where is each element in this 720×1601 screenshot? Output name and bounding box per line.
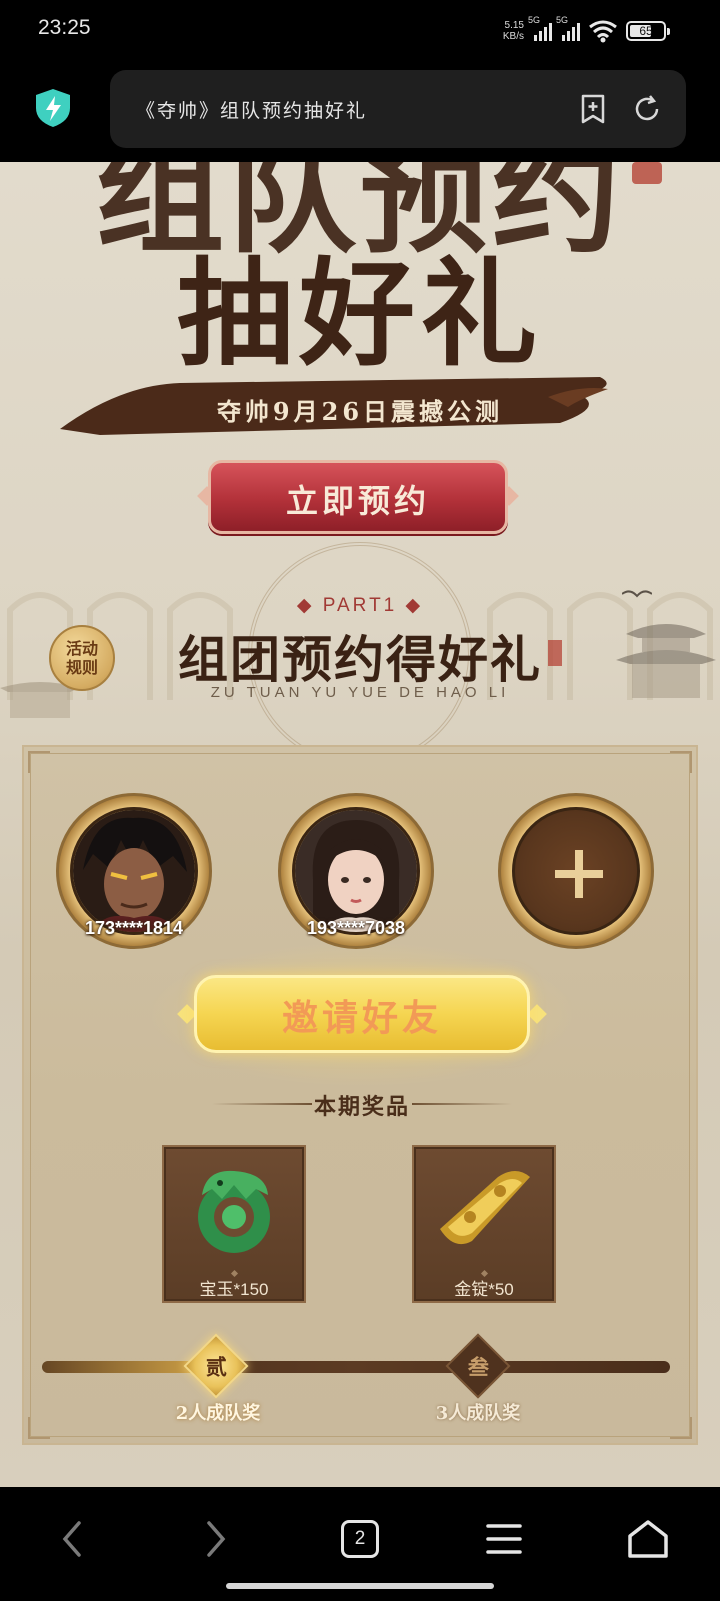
tabs-icon: 2 xyxy=(341,1520,379,1558)
add-member-slot[interactable] xyxy=(498,793,654,949)
invite-friends-label: 邀请好友 xyxy=(281,997,442,1039)
team-member-2[interactable]: 193****7038 xyxy=(278,793,434,949)
sim1-label: 5G xyxy=(528,15,541,25)
forward-icon xyxy=(207,1521,226,1557)
team-progress-bar xyxy=(42,1361,670,1373)
part-label: ◆ PART1 ◆ xyxy=(296,595,424,616)
home-icon xyxy=(628,1520,668,1558)
sim2-label: 5G xyxy=(556,15,569,25)
team-member-1[interactable]: 173****1814 xyxy=(56,793,212,949)
male-warrior-avatar xyxy=(70,807,198,935)
hero-title-line2: 抽好礼 xyxy=(177,246,543,382)
forward-button[interactable] xyxy=(186,1509,246,1569)
invite-friends-button[interactable]: 邀请好友 xyxy=(146,941,578,1087)
menu-icon xyxy=(486,1524,522,1554)
web-page: 组队预约 抽好礼 夺帅9月26日震撼公测 立即预约 ◆ PART1 ◆ 组团预约… xyxy=(0,162,720,1487)
network-speed-value: 5.15 xyxy=(504,20,524,31)
back-icon xyxy=(62,1521,81,1557)
refresh-icon[interactable] xyxy=(632,94,662,124)
signal-icon-sim2: 5G xyxy=(556,15,580,41)
shield-icon[interactable] xyxy=(34,88,72,128)
battery-icon: 65 xyxy=(626,21,670,41)
bookmark-add-icon[interactable] xyxy=(578,94,608,124)
female-avatar xyxy=(292,807,420,935)
section-pinyin: ZU TUAN YU YUE DE HAO LI xyxy=(210,684,510,701)
menu-button[interactable] xyxy=(474,1509,534,1569)
reserve-now-label: 立即预约 xyxy=(285,482,430,520)
seal-mark-small xyxy=(548,640,562,666)
prize-name: 宝玉*150 xyxy=(199,1280,269,1299)
activity-rules-button[interactable]: 活动规则 xyxy=(49,625,115,691)
network-speed: 5.15 KB/s xyxy=(503,20,524,42)
status-time: 23:25 xyxy=(38,16,91,39)
status-bar: 23:25 5.15 KB/s 5G 5G 65 xyxy=(0,0,720,62)
section-title: 组团预约得好礼 xyxy=(178,630,542,689)
activity-rules-label: 活动规则 xyxy=(65,639,98,677)
prize-card-gold: 金锭*50 xyxy=(412,1145,556,1303)
tabs-button[interactable]: 2 xyxy=(330,1509,390,1569)
plus-icon xyxy=(555,850,603,898)
prize-name: 金锭*50 xyxy=(454,1280,514,1299)
hero-subtitle: 夺帅9月26日震撼公测 xyxy=(216,397,504,426)
jade-dragon-icon xyxy=(198,1170,270,1253)
browser-toolbar: 《夺帅》组队预约抽好礼 xyxy=(0,62,720,162)
team-panel: 173****1814 193****7038 邀请好友 本期奖品 宝玉*150… xyxy=(22,745,698,1445)
battery-level: 65 xyxy=(639,24,653,38)
status-icons: 5.15 KB/s 5G 5G 65 xyxy=(503,14,670,48)
member-phone: 193****7038 xyxy=(306,918,406,938)
prize-heading: 本期奖品 xyxy=(313,1094,410,1120)
navigation-bar: 2 xyxy=(0,1487,720,1601)
reserve-now-button[interactable]: 立即预约 xyxy=(197,460,519,534)
address-bar[interactable]: 《夺帅》组队预约抽好礼 xyxy=(110,70,686,148)
signal-icon-sim1: 5G xyxy=(528,15,552,41)
page-title: 《夺帅》组队预约抽好礼 xyxy=(136,100,368,122)
home-indicator[interactable] xyxy=(226,1583,494,1589)
gold-ingot-icon xyxy=(440,1171,530,1245)
home-button[interactable] xyxy=(618,1509,678,1569)
back-button[interactable] xyxy=(42,1509,102,1569)
prize-card-jade: 宝玉*150 xyxy=(162,1145,306,1303)
network-speed-unit: KB/s xyxy=(502,31,524,42)
wifi-icon xyxy=(589,20,617,43)
milestone-label-two: 2人成队奖 xyxy=(175,1403,261,1424)
member-phone: 173****1814 xyxy=(84,918,184,938)
seal-mark xyxy=(632,162,662,184)
milestone-mark: 贰 xyxy=(205,1354,227,1379)
milestone-label-three: 3人成队奖 xyxy=(435,1403,521,1424)
milestone-mark: 叁 xyxy=(467,1354,489,1379)
